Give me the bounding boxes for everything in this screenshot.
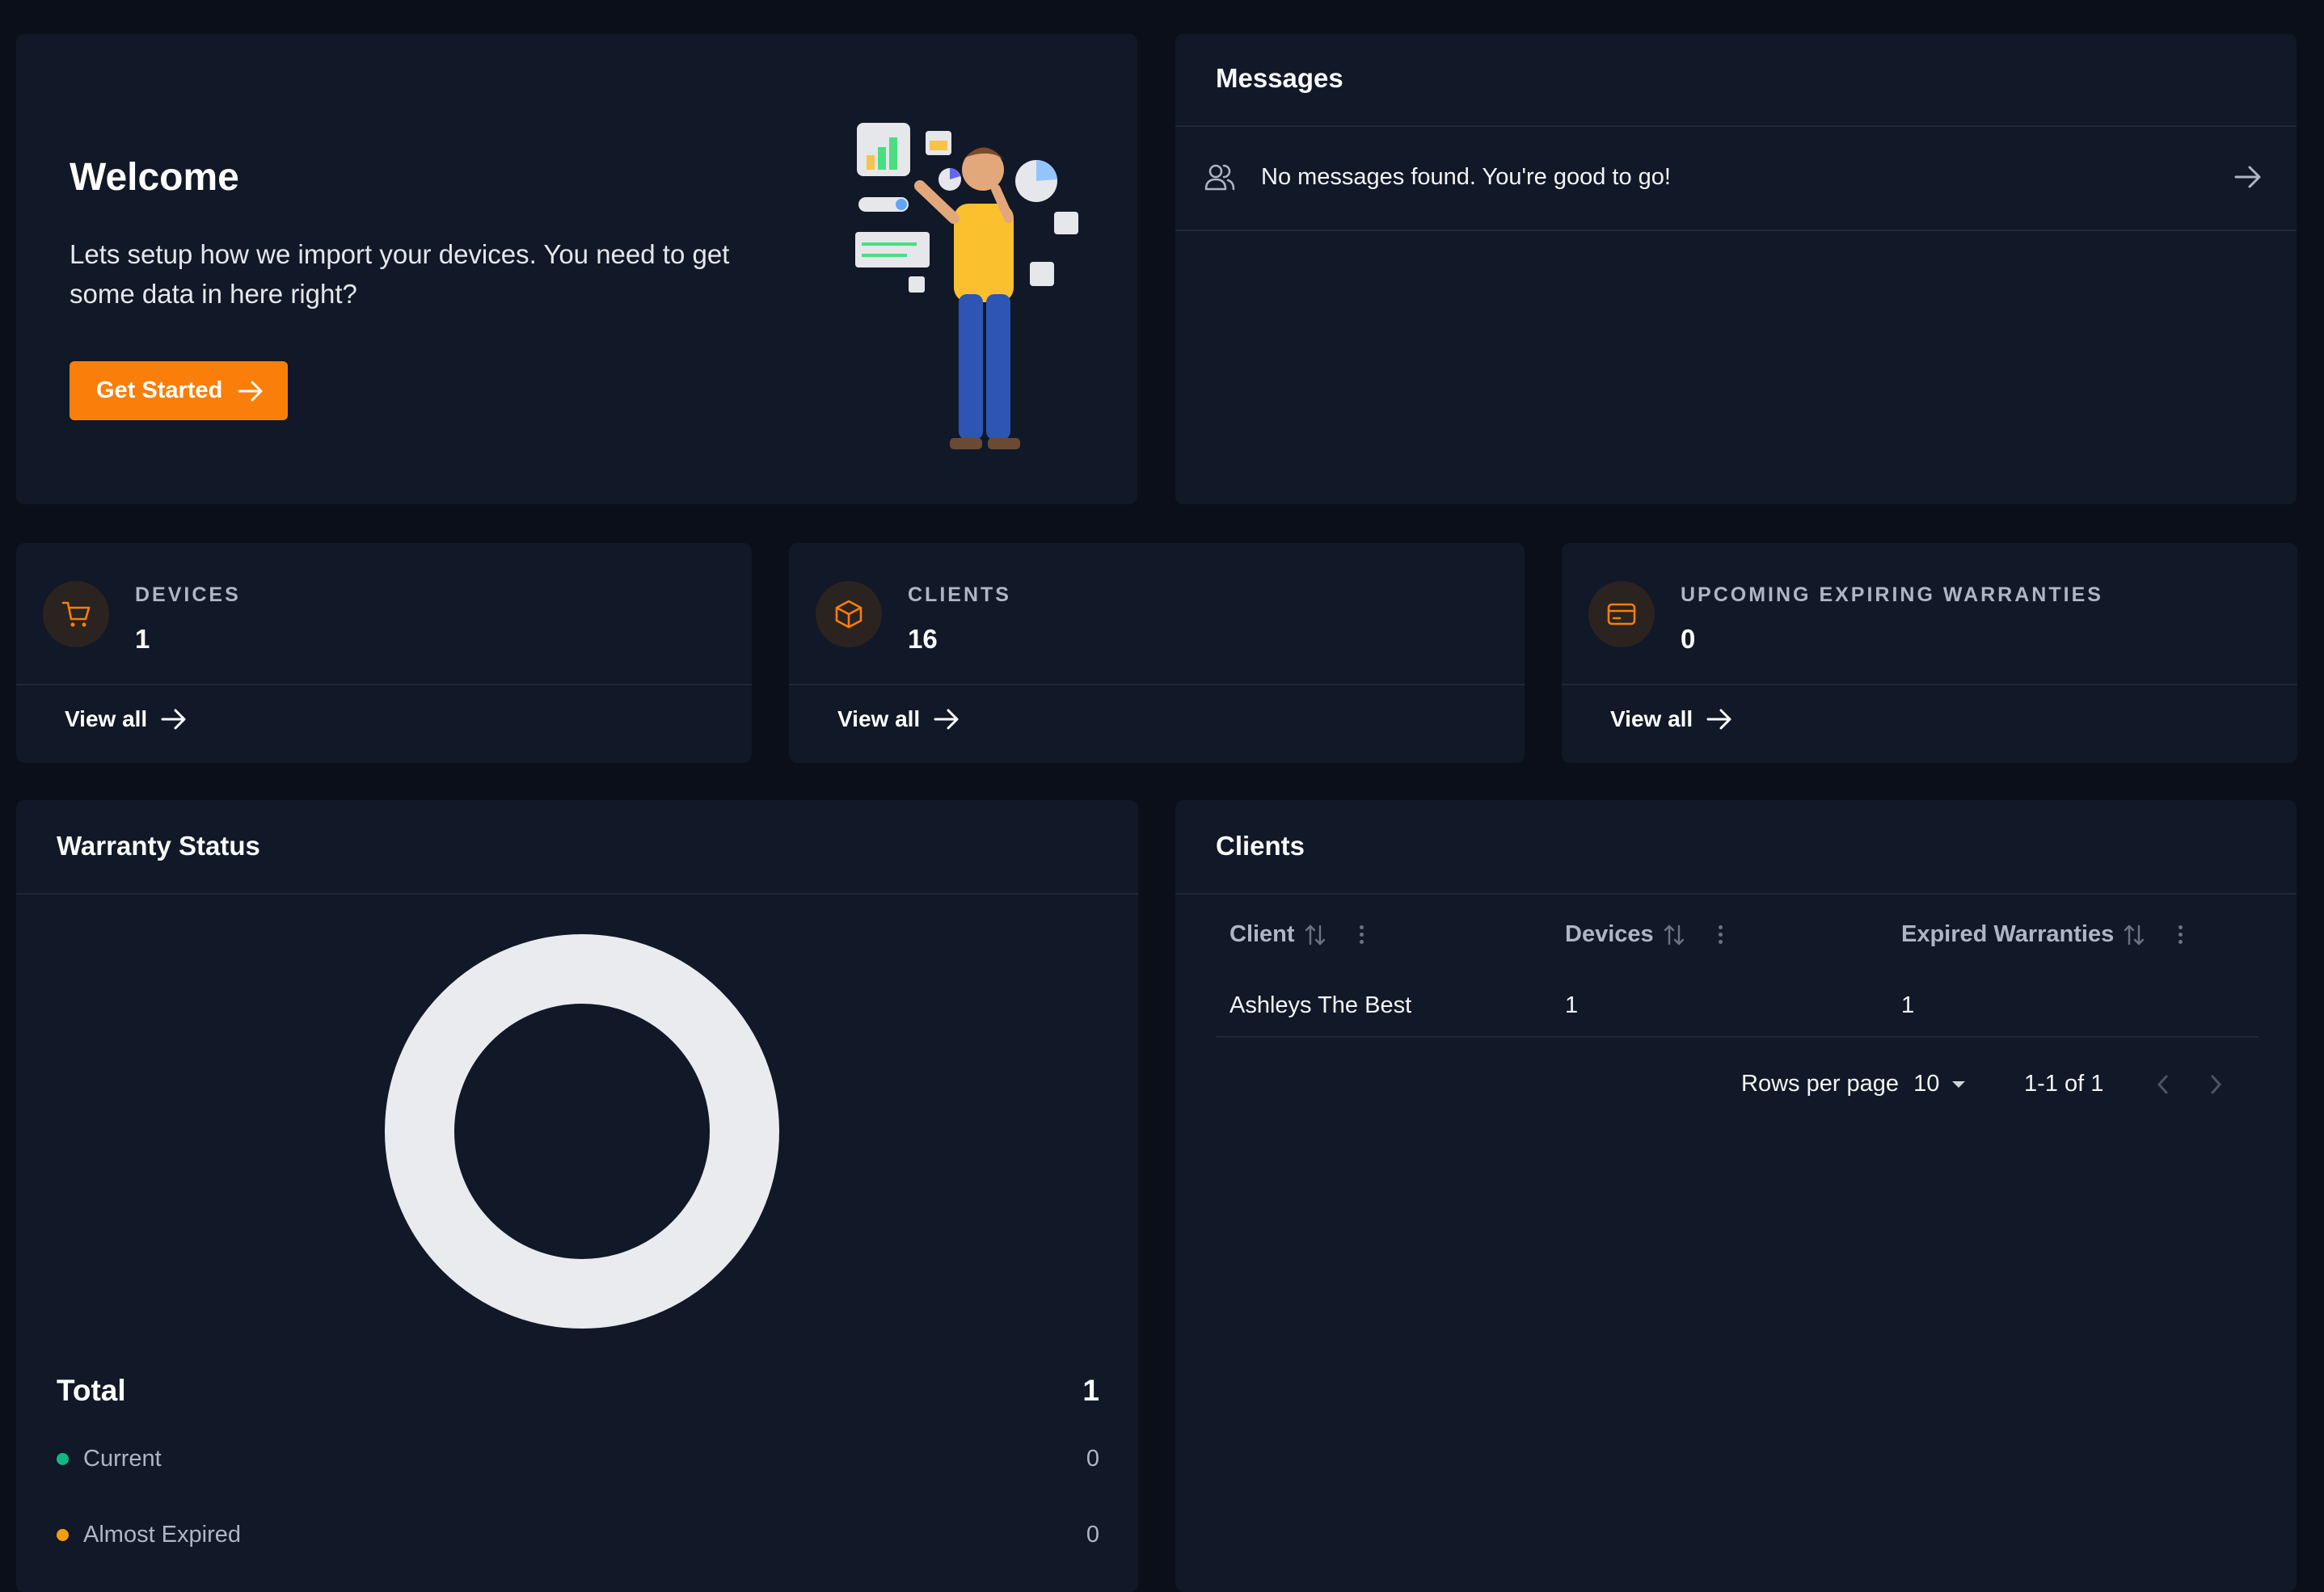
warranty-donut-chart [385,934,779,1329]
legend-dot [57,1452,69,1465]
warranty-status-card: Warranty Status Total 1 Current 0 Almost… [16,800,1138,1592]
messages-title: Messages [1216,63,1343,93]
warranty-status-title: Warranty Status [57,831,260,861]
chevron-down-icon [1952,1080,1966,1088]
donut-ring-segment [385,934,779,1329]
table-cell: 1 [1901,992,1915,1018]
column-header-label: Client [1229,921,1295,947]
table-cell: Ashleys The Best [1229,992,1412,1018]
legend-label: Current [83,1445,162,1472]
messages-card: Messages No messages found. You're good … [1175,34,2297,504]
chevron-left-icon[interactable] [2153,1072,2173,1097]
view-all-label: View all [837,706,921,731]
total-value: 1 [1082,1374,1099,1407]
get-started-button[interactable]: Get Started [70,361,288,420]
view-all-warranties-link[interactable]: View all [1610,706,1733,732]
column-header-client[interactable]: Client [1229,921,1364,948]
empty-message-text: No messages found. You're good to go! [1261,163,1671,190]
box-icon-badge [816,581,882,647]
arrow-right-icon [934,709,959,730]
clients-title: Clients [1216,831,1305,861]
sort-icon[interactable] [1305,923,1326,947]
cart-icon-badge [43,581,109,647]
view-all-label: View all [65,706,148,731]
stat-value: 1 [135,624,150,654]
users-icon [1204,164,1235,191]
column-header-expired-warranties[interactable]: Expired Warranties [1901,921,2183,948]
stat-card-clients: CLIENTS 16 View all [789,543,1525,763]
person-illustration [855,123,1078,449]
arrow-right-icon [161,709,186,730]
legend-dot [57,1528,69,1541]
legend-value: 0 [1086,1521,1099,1548]
view-all-clients-link[interactable]: View all [837,706,960,732]
rows-per-page-value: 10 [1913,1071,1940,1097]
stat-label: DEVICES [135,583,241,606]
welcome-title: Welcome [70,156,239,199]
column-header-label: Devices [1565,921,1654,947]
clients-card: Clients Client Devices Expired Warrantie… [1175,800,2297,1592]
stat-label: UPCOMING EXPIRING WARRANTIES [1681,583,2103,606]
box-icon [835,600,863,629]
arrow-right-icon[interactable] [2233,164,2263,190]
column-menu-icon[interactable] [2178,925,2183,944]
column-header-label: Expired Warranties [1901,921,2115,947]
arrow-right-icon [238,381,263,401]
table-cell: 1 [1565,992,1579,1018]
view-all-label: View all [1610,706,1693,731]
welcome-text: Lets setup how we import your devices. Y… [70,239,730,309]
rows-per-page-select[interactable]: 10 [1913,1071,1967,1097]
rows-per-page-label: Rows per page [1741,1071,1900,1097]
welcome-card: Welcome Lets setup how we import your de… [16,34,1137,504]
stat-value: 16 [908,624,938,654]
total-label: Total [57,1374,126,1407]
column-header-devices[interactable]: Devices [1565,921,1723,948]
pagination-range: 1-1 of 1 [2024,1071,2104,1097]
column-menu-icon[interactable] [1359,925,1364,944]
stat-value: 0 [1681,624,1696,654]
sort-icon[interactable] [1664,923,1685,947]
legend-label: Almost Expired [83,1521,242,1548]
stat-card-expiring-warranties: UPCOMING EXPIRING WARRANTIES 0 View all [1562,543,2297,763]
rows-per-page: Rows per page 10 [1741,1071,1967,1097]
column-menu-icon[interactable] [1718,925,1723,944]
message-row[interactable]: No messages found. You're good to go! [1175,124,2297,230]
get-started-label: Get Started [96,377,223,403]
credit-card-icon [1607,603,1636,625]
chevron-right-icon[interactable] [2206,1072,2225,1097]
arrow-right-icon [1706,709,1731,730]
legend-value: 0 [1086,1445,1099,1472]
credit-card-icon-badge [1588,581,1655,647]
legend-item-current: Current 0 [57,1442,1099,1475]
view-all-devices-link[interactable]: View all [65,706,188,732]
stat-card-devices: DEVICES 1 View all [16,543,752,763]
cart-icon [61,601,91,627]
stat-label: CLIENTS [908,583,1011,606]
legend-item-almost-expired: Almost Expired 0 [57,1518,1099,1551]
sort-icon[interactable] [2124,923,2145,947]
